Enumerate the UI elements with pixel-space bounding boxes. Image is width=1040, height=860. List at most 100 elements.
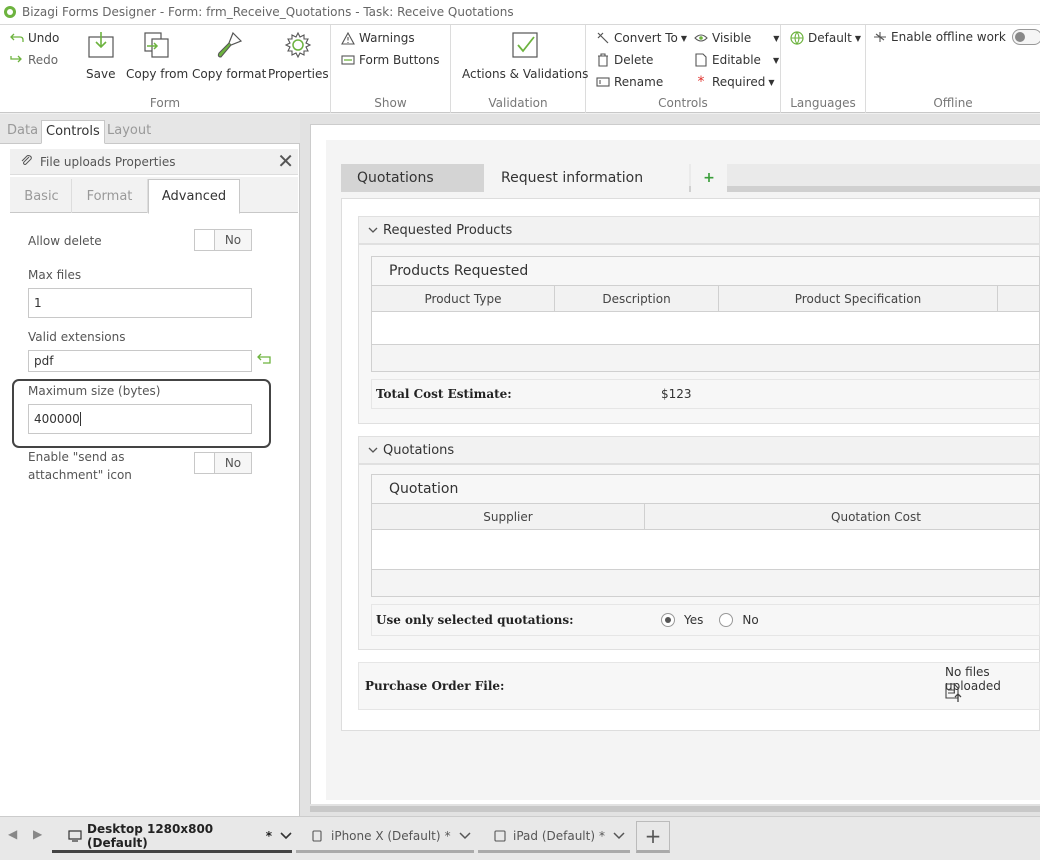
phone-icon bbox=[312, 829, 326, 842]
device-tab-desktop[interactable]: Desktop 1280x800 (Default) * bbox=[52, 821, 292, 853]
radio-no[interactable] bbox=[719, 613, 734, 627]
copy-format-button[interactable]: Copy format bbox=[192, 31, 266, 81]
quotations-header[interactable]: Quotations bbox=[358, 436, 1040, 464]
add-device-button[interactable]: + bbox=[636, 821, 670, 853]
chevron-down-icon: ▼ bbox=[768, 77, 775, 87]
offline-toggle[interactable]: Enable offline work bbox=[873, 29, 1040, 45]
panel-tabs: Data Controls Layout bbox=[0, 114, 300, 144]
tab-quotations[interactable]: Quotations bbox=[341, 164, 484, 192]
total-cost-label: Total Cost Estimate: bbox=[376, 387, 512, 401]
requested-products-header[interactable]: Requested Products bbox=[358, 216, 1040, 244]
subtab-advanced[interactable]: Advanced bbox=[148, 179, 240, 214]
subtab-basic[interactable]: Basic bbox=[12, 179, 72, 213]
paperclip-icon bbox=[20, 154, 32, 169]
save-icon bbox=[87, 31, 115, 59]
horizontal-scrollbar[interactable] bbox=[310, 806, 1040, 812]
required-dropdown[interactable]: * Required ▼ bbox=[694, 74, 775, 90]
properties-button[interactable]: Properties bbox=[268, 31, 329, 81]
chevron-down-icon bbox=[367, 444, 379, 456]
ribbon-group-controls: Convert To ▼ Delete Rename Visible ▼ Edita… bbox=[586, 25, 781, 113]
chevron-down-icon: ▼ bbox=[772, 55, 780, 65]
delete-button[interactable]: Delete bbox=[596, 53, 653, 67]
ribbon-group-form: Undo Redo Save Copy from Copy format Pro… bbox=[0, 25, 331, 113]
convert-icon bbox=[596, 31, 610, 45]
undo-button[interactable]: Undo bbox=[10, 31, 59, 45]
focus-highlight bbox=[12, 379, 271, 448]
purchase-order-label: Purchase Order File: bbox=[365, 679, 505, 693]
close-icon[interactable]: ✕ bbox=[277, 151, 294, 171]
offline-switch[interactable] bbox=[1011, 29, 1040, 45]
properties-title: File uploads Properties bbox=[40, 154, 176, 169]
scroll-right-icon[interactable]: ▶ bbox=[33, 827, 42, 841]
rename-icon bbox=[596, 75, 610, 89]
chevron-down-icon: ▼ bbox=[680, 33, 688, 43]
requested-products-title: Requested Products bbox=[383, 222, 513, 238]
ribbon: Undo Redo Save Copy from Copy format Pro… bbox=[0, 24, 1040, 113]
device-label: iPhone X (Default) bbox=[331, 828, 441, 843]
scroll-left-icon[interactable]: ◀ bbox=[8, 827, 17, 841]
warning-icon bbox=[341, 31, 355, 45]
column-header[interactable]: Product Specification bbox=[719, 286, 998, 312]
ribbon-group-show: Warnings Form Buttons Show bbox=[331, 25, 451, 113]
convert-to-button[interactable]: Convert To ▼ bbox=[596, 31, 687, 45]
subtab-format[interactable]: Format bbox=[72, 179, 148, 213]
group-label-form: Form bbox=[149, 96, 181, 110]
valid-extensions-label: Valid extensions bbox=[28, 330, 126, 344]
valid-extensions-input[interactable]: pdf bbox=[28, 350, 252, 372]
allow-delete-toggle[interactable]: No bbox=[194, 229, 252, 251]
quotation-grid-header: Supplier Quotation Cost bbox=[372, 503, 1039, 530]
redo-button[interactable]: Redo bbox=[10, 53, 58, 67]
undo-icon bbox=[10, 31, 24, 45]
send-attachment-toggle[interactable]: No bbox=[194, 452, 252, 474]
device-tab-ipad[interactable]: iPad (Default) * bbox=[478, 821, 630, 853]
editable-dropdown[interactable]: Editable ▼ bbox=[694, 53, 779, 67]
save-button[interactable]: Save bbox=[86, 31, 115, 81]
tab-data[interactable]: Data bbox=[3, 120, 42, 144]
allow-delete-value: No bbox=[224, 233, 242, 247]
form-canvas: Quotations Request information + Request… bbox=[300, 114, 1040, 816]
column-header[interactable]: Description bbox=[555, 286, 719, 312]
chevron-down-icon[interactable] bbox=[613, 829, 625, 843]
tab-controls[interactable]: Controls bbox=[41, 120, 105, 144]
tab-request-information[interactable]: Request information bbox=[484, 164, 689, 192]
ribbon-group-validation: Actions & Validations Validation bbox=[451, 25, 588, 113]
total-cost-value: $123 bbox=[661, 387, 692, 401]
copy-from-icon bbox=[143, 31, 171, 59]
radio-yes[interactable] bbox=[661, 613, 675, 627]
use-selected-row: Use only selected quotations: Yes No bbox=[371, 604, 1040, 636]
use-selected-label: Use only selected quotations: bbox=[376, 613, 574, 627]
tab-layout[interactable]: Layout bbox=[103, 120, 155, 144]
chevron-down-icon[interactable] bbox=[280, 829, 292, 843]
chevron-down-icon: ▼ bbox=[854, 33, 862, 43]
device-tab-iphone[interactable]: iPhone X (Default) * bbox=[296, 821, 474, 853]
visible-dropdown[interactable]: Visible ▼ bbox=[694, 31, 779, 45]
add-tab-button[interactable]: + bbox=[691, 164, 727, 192]
left-panel: Data Controls Layout File uploads Proper… bbox=[0, 114, 300, 816]
column-header[interactable]: Product Type bbox=[372, 286, 555, 312]
checkmark-icon bbox=[511, 31, 539, 59]
reset-icon[interactable] bbox=[257, 353, 273, 368]
device-label: Desktop 1280x800 (Default) bbox=[87, 821, 214, 850]
column-header[interactable]: Supplier bbox=[372, 504, 645, 530]
send-attachment-label-2: attachment" icon bbox=[28, 468, 132, 482]
form-buttons-button[interactable]: Form Buttons bbox=[341, 53, 440, 67]
unsaved-mark: * bbox=[265, 828, 272, 843]
warnings-button[interactable]: Warnings bbox=[341, 31, 415, 45]
redo-icon bbox=[10, 53, 24, 67]
actions-validations-button[interactable]: Actions & Validations bbox=[462, 31, 588, 81]
window-title: Bizagi Forms Designer - Form: frm_Receiv… bbox=[22, 5, 514, 19]
copy-from-button[interactable]: Copy from bbox=[126, 31, 188, 81]
rename-button[interactable]: Rename bbox=[596, 75, 663, 89]
upload-file-icon[interactable] bbox=[945, 683, 963, 706]
group-label-validation: Validation bbox=[488, 96, 548, 110]
globe-icon bbox=[790, 31, 804, 45]
group-label-languages: Languages bbox=[790, 96, 856, 110]
chevron-down-icon: ▼ bbox=[773, 33, 780, 43]
send-attachment-value: No bbox=[224, 456, 242, 470]
offline-icon bbox=[873, 30, 887, 44]
language-dropdown[interactable]: Default ▼ bbox=[790, 31, 861, 45]
column-header[interactable]: Quotation Cost bbox=[645, 504, 1040, 530]
chevron-down-icon[interactable] bbox=[459, 829, 471, 843]
max-files-label: Max files bbox=[28, 268, 82, 282]
max-files-input[interactable]: 1 bbox=[28, 288, 252, 318]
